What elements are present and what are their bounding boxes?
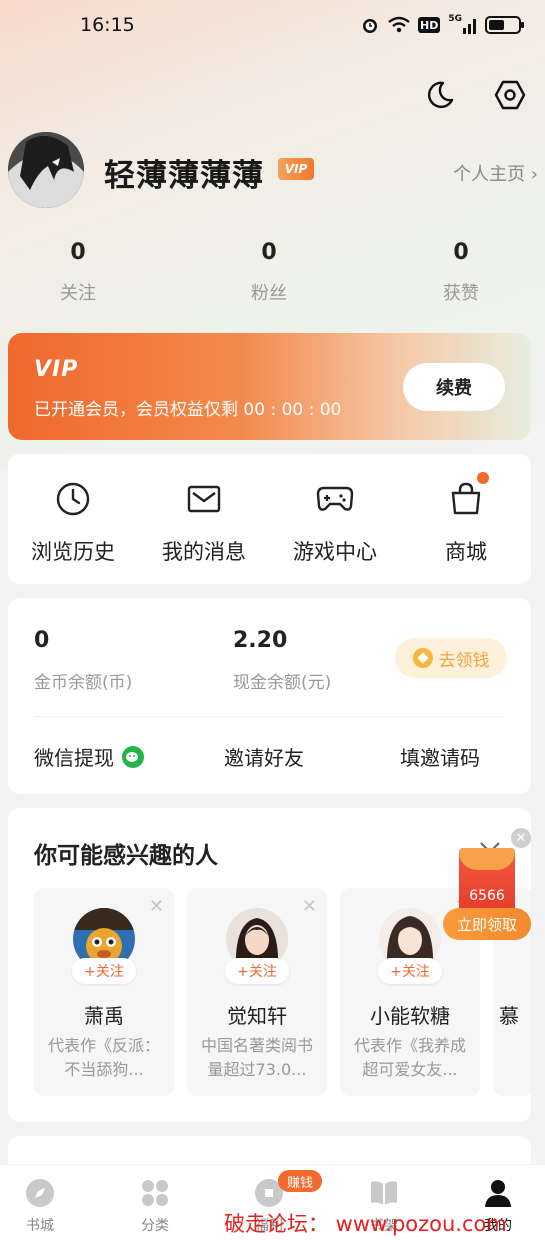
- close-icon[interactable]: ✕: [302, 896, 317, 917]
- shopping-bag-icon: [447, 472, 489, 518]
- username: 轻薄薄薄薄: [104, 158, 264, 194]
- vip-logo: VIP: [34, 357, 79, 382]
- person-name: 小能软糖: [370, 1004, 450, 1028]
- person-card[interactable]: ✕ +关注 萧禹 代表作《反派：不当舔狗...: [34, 888, 174, 1096]
- person-name: 觉知轩: [227, 1004, 287, 1028]
- top-actions: [423, 78, 527, 112]
- quick-label: 商城: [445, 540, 487, 564]
- battery-icon: [485, 16, 524, 34]
- person-name: 慕: [499, 1004, 519, 1028]
- stat-following[interactable]: 0 关注: [18, 240, 138, 305]
- compass-icon: [24, 1177, 56, 1209]
- quick-games[interactable]: 游戏中心: [270, 480, 400, 566]
- vip-card[interactable]: VIP 已开通会员，会员权益仅剩 00 : 00 : 00 续费: [8, 333, 531, 440]
- settings-icon[interactable]: [493, 78, 527, 112]
- claim-money-button[interactable]: 去领钱: [395, 638, 507, 678]
- tab-label: 分类: [141, 1218, 169, 1234]
- mail-icon: [185, 480, 223, 518]
- 5g-signal-icon: 5G: [448, 14, 477, 36]
- status-icons: HD 5G: [360, 14, 524, 36]
- moon-icon[interactable]: [423, 78, 457, 112]
- grid-icon: [139, 1177, 171, 1209]
- notification-dot: [477, 472, 489, 484]
- battery-level: [489, 20, 504, 30]
- gamepad-icon: [316, 480, 354, 518]
- wifi-icon: [388, 14, 410, 36]
- cash-balance-label: 现金余额(元): [233, 673, 332, 693]
- stat-value: 0: [261, 240, 277, 265]
- quick-label: 我的消息: [162, 540, 246, 564]
- person-name: 萧禹: [84, 1004, 124, 1028]
- follow-button[interactable]: +关注: [225, 958, 289, 984]
- watermark: 破走论坛： www.pozou.com: [224, 1212, 507, 1236]
- stat-value: 0: [453, 240, 469, 265]
- quick-label: 游戏中心: [293, 540, 377, 564]
- invite-friends[interactable]: 邀请好友: [224, 742, 304, 771]
- enter-invite-code[interactable]: 填邀请码: [400, 742, 480, 771]
- tab-label: 书城: [26, 1218, 54, 1234]
- wallet-card: 0 金币余额(币) 2.20 现金余额(元) 去领钱 微信提现 邀请好友 填邀请…: [8, 598, 531, 794]
- status-bar: 16:15 HD 5G: [0, 0, 545, 52]
- red-envelope-flap: [459, 848, 515, 870]
- alarm-icon: [360, 14, 380, 36]
- follow-button[interactable]: +关注: [72, 958, 136, 984]
- profile-header: 轻薄薄薄薄 VIP 个人主页 ›: [8, 132, 538, 212]
- network-type: 5G: [448, 14, 462, 24]
- claim-now-button[interactable]: 立即领取: [443, 908, 531, 940]
- person-desc: 中国名著类阅书量超过73.0...: [201, 1036, 313, 1079]
- quick-actions-card: 浏览历史 我的消息 游戏中心 商城: [8, 454, 531, 584]
- vip-status-text: 已开通会员，会员权益仅剩 00 : 00 : 00: [34, 400, 342, 420]
- quick-label: 浏览历史: [31, 540, 115, 564]
- avatar[interactable]: [8, 132, 84, 208]
- wechat-icon: [122, 745, 144, 768]
- cash-balance: 2.20: [233, 628, 288, 653]
- homepage-link[interactable]: 个人主页 ›: [453, 160, 538, 186]
- coin-balance-label: 金币余额(币): [34, 673, 133, 693]
- person-desc: 代表作《我养成超可爱女友...: [354, 1036, 466, 1079]
- stat-label: 关注: [60, 283, 96, 304]
- tab-bookstore[interactable]: 书城: [0, 1177, 80, 1235]
- quick-messages[interactable]: 我的消息: [139, 480, 269, 566]
- follow-button[interactable]: +关注: [378, 958, 442, 984]
- quick-history[interactable]: 浏览历史: [8, 480, 138, 566]
- stat-likes[interactable]: 0 获赞: [401, 240, 521, 305]
- stat-followers[interactable]: 0 粉丝: [209, 240, 329, 305]
- person-icon: [482, 1177, 514, 1209]
- stat-label: 粉丝: [251, 283, 287, 304]
- divider: [34, 716, 505, 717]
- status-time: 16:15: [80, 14, 135, 36]
- renew-button[interactable]: 续费: [403, 363, 505, 411]
- hd-icon: HD: [418, 17, 441, 33]
- tab-category[interactable]: 分类: [115, 1177, 195, 1235]
- coin-balance: 0: [34, 628, 50, 653]
- person-desc: 代表作《反派：不当舔狗...: [48, 1036, 160, 1079]
- red-packet-widget[interactable]: 6566 ✕ 立即领取: [443, 828, 543, 943]
- wechat-withdraw-label: 微信提现: [34, 746, 114, 770]
- section-title: 你可能感兴趣的人: [34, 843, 218, 869]
- clock-icon: [54, 480, 92, 518]
- wechat-withdraw[interactable]: 微信提现: [34, 742, 144, 771]
- stats-row: 0 关注 0 粉丝 0 获赞: [0, 240, 545, 310]
- red-envelope-icon: 6566: [459, 848, 515, 916]
- vip-badge: VIP: [278, 158, 314, 180]
- stat-value: 0: [70, 240, 86, 265]
- claim-money-label: 去领钱: [438, 650, 490, 671]
- book-icon: [368, 1177, 400, 1209]
- quick-mall[interactable]: 商城: [401, 472, 531, 566]
- stat-label: 获赞: [443, 283, 479, 304]
- person-card[interactable]: ✕ +关注 觉知轩 中国名著类阅书量超过73.0...: [187, 888, 327, 1096]
- coin-icon: [412, 648, 433, 668]
- close-icon[interactable]: ✕: [511, 828, 531, 848]
- close-icon[interactable]: ✕: [149, 896, 164, 917]
- earn-badge: 赚钱: [278, 1170, 322, 1192]
- red-packet-amount: 6566: [469, 888, 505, 904]
